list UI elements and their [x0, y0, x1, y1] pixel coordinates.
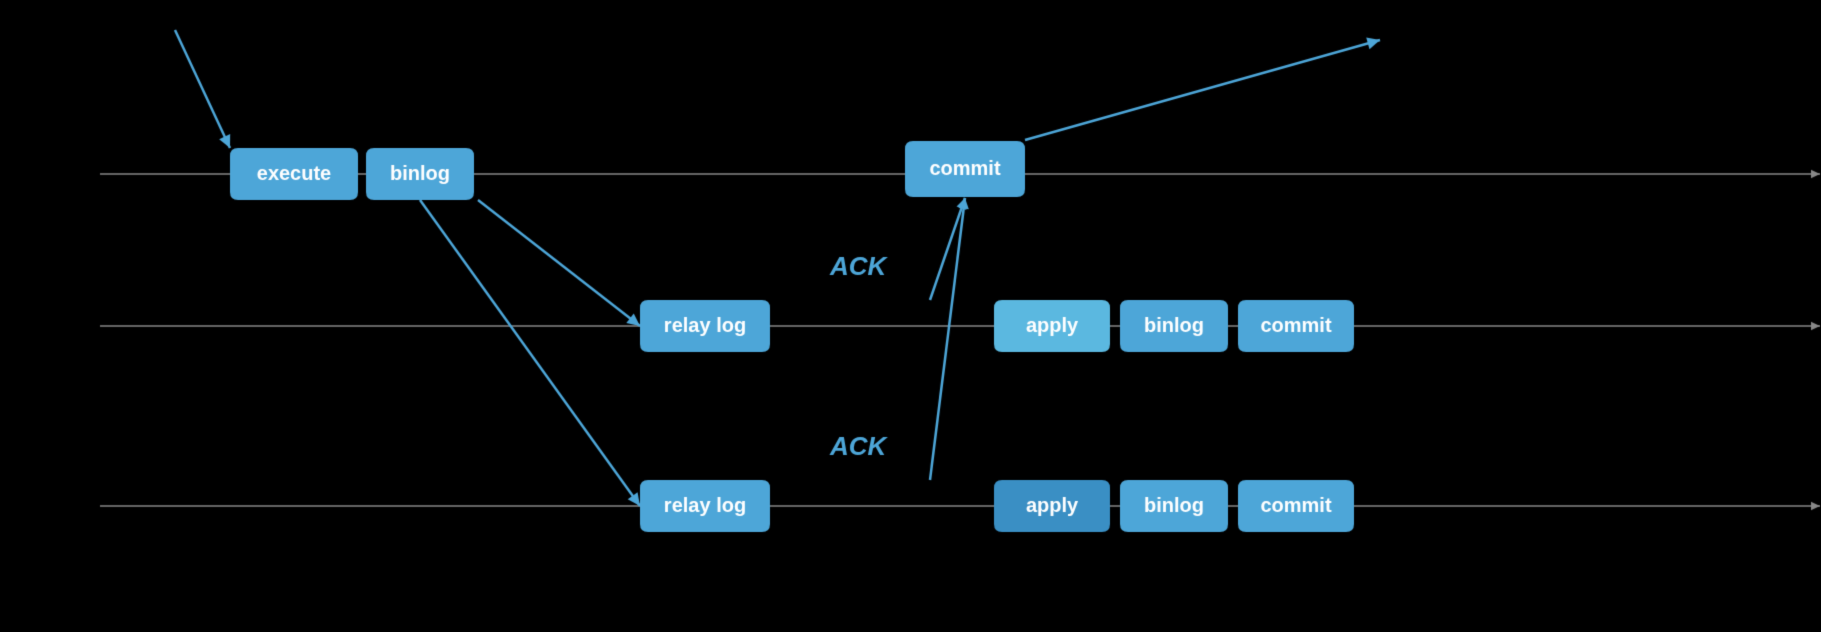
- diagram-canvas: [0, 0, 1821, 632]
